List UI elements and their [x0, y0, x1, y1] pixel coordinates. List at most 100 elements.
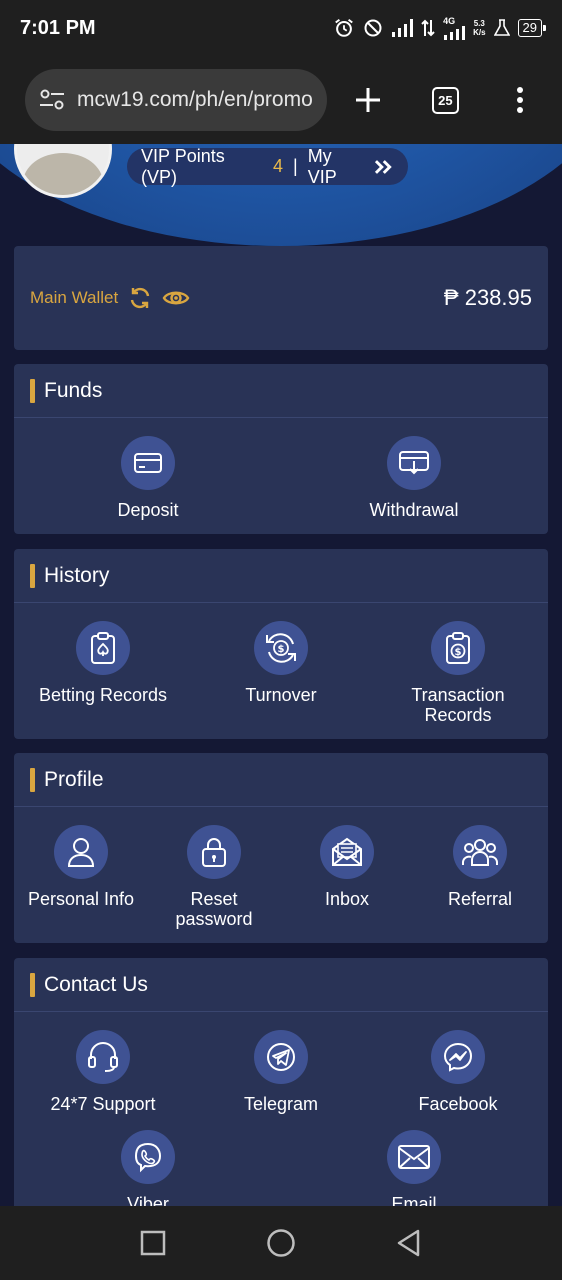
reset-password-label: Reset password: [149, 889, 279, 929]
withdrawal-button[interactable]: Withdrawal: [347, 436, 481, 520]
status-bar: 7:01 PM 4G 5.3 K/s 29: [0, 0, 562, 56]
viber-label: Viber: [127, 1194, 169, 1206]
more-vert-icon: [517, 87, 524, 113]
vip-points-value: 4: [272, 156, 283, 176]
svg-text:$: $: [278, 644, 285, 655]
net-speed-unit: K/s: [473, 28, 486, 37]
facebook-button[interactable]: Facebook: [383, 1030, 533, 1114]
tab-count: 25: [431, 86, 459, 114]
contact-section: Contact Us 24*7 Support Telegram Faceboo…: [14, 958, 548, 1206]
home-icon[interactable]: [266, 1228, 296, 1258]
section-marker: [30, 767, 35, 792]
support-label: 24*7 Support: [50, 1094, 156, 1114]
viber-icon: [121, 1130, 175, 1184]
viber-button[interactable]: Viber: [81, 1130, 215, 1206]
mail-open-icon: [320, 825, 374, 879]
contact-title: Contact Us: [44, 972, 148, 996]
email-icon: [387, 1130, 441, 1184]
profile-section: Profile Personal Info Reset password Inb…: [14, 753, 548, 943]
status-time: 7:01 PM: [20, 16, 96, 39]
double-chevron-right-icon: [375, 159, 393, 174]
email-button[interactable]: Email: [347, 1130, 481, 1206]
back-icon[interactable]: [396, 1229, 422, 1257]
personal-info-button[interactable]: Personal Info: [16, 825, 146, 909]
withdrawal-label: Withdrawal: [369, 500, 459, 520]
turnover-label: Turnover: [245, 685, 317, 705]
data-transfer-icon: [421, 19, 435, 37]
reset-label-line1: Reset: [190, 889, 238, 909]
signal-icon: [392, 19, 414, 37]
vip-separator: |: [293, 156, 298, 176]
system-nav-bar: [0, 1206, 562, 1280]
support-button[interactable]: 24*7 Support: [28, 1030, 178, 1114]
main-wallet-card: Main Wallet ₱ 238.95: [14, 246, 548, 350]
card-icon: [121, 436, 175, 490]
tab-switcher-button[interactable]: 25: [416, 70, 475, 130]
inbox-button[interactable]: Inbox: [282, 825, 412, 909]
telegram-button[interactable]: Telegram: [206, 1030, 356, 1114]
site-settings-icon[interactable]: [39, 89, 65, 111]
status-icons: 4G 5.3 K/s 29: [333, 15, 547, 40]
contact-header: Contact Us: [14, 958, 548, 1012]
transaction-records-button[interactable]: $ Transaction Records: [383, 621, 533, 725]
turnover-button[interactable]: $ Turnover: [206, 621, 356, 705]
telegram-label: Telegram: [243, 1094, 319, 1114]
eye-icon[interactable]: [162, 288, 190, 308]
wallet-balance: ₱ 238.95: [443, 285, 532, 310]
history-section: History Betting Records $ Turnover $ Tra…: [14, 549, 548, 739]
recents-icon[interactable]: [140, 1230, 166, 1256]
email-label: Email: [391, 1194, 437, 1206]
browser-menu-button[interactable]: [491, 70, 550, 130]
referral-label: Referral: [447, 889, 513, 909]
refresh-icon[interactable]: [128, 286, 152, 310]
transaction-label-line2: Records: [424, 705, 492, 725]
withdraw-icon: [387, 436, 441, 490]
transaction-icon: $: [431, 621, 485, 675]
address-bar[interactable]: mcw19.com/ph/en/promo: [25, 69, 327, 131]
telegram-icon: [254, 1030, 308, 1084]
alarm-icon: [335, 18, 353, 37]
funds-title: Funds: [44, 378, 103, 402]
betting-records-button[interactable]: Betting Records: [28, 621, 178, 705]
section-marker: [30, 972, 35, 997]
plus-icon: [356, 88, 381, 112]
section-marker: [30, 378, 35, 403]
battery-indicator: 29: [517, 19, 547, 37]
net-speed-value: 5.3: [473, 19, 485, 28]
vip-points-label: VIP Points (VP): [141, 145, 225, 187]
history-title: History: [44, 563, 110, 587]
facebook-label: Facebook: [418, 1094, 498, 1114]
new-tab-button[interactable]: [339, 70, 398, 130]
headset-icon: [76, 1030, 130, 1084]
referral-button[interactable]: Referral: [415, 825, 545, 909]
deposit-button[interactable]: Deposit: [81, 436, 215, 520]
section-marker: [30, 563, 35, 588]
profile-title: Profile: [44, 767, 104, 791]
lock-icon: [187, 825, 241, 879]
turnover-icon: $: [254, 621, 308, 675]
inbox-label: Inbox: [324, 889, 370, 909]
reset-password-button[interactable]: Reset password: [149, 825, 279, 929]
transaction-label-line1: Transaction: [411, 685, 505, 705]
betting-records-label: Betting Records: [38, 685, 168, 705]
net-speed: 5.3 K/s: [473, 19, 485, 37]
history-header: History: [14, 549, 548, 603]
group-icon: [453, 825, 507, 879]
deposit-label: Deposit: [117, 500, 179, 520]
main-wallet-label: Main Wallet: [30, 288, 119, 307]
browser-toolbar: mcw19.com/ph/en/promo 25: [0, 56, 562, 144]
user-icon: [54, 825, 108, 879]
vip-points-bar[interactable]: VIP Points (VP) 4 | My VIP: [127, 145, 408, 188]
reset-label-line2: password: [175, 909, 253, 929]
funds-section: Funds Deposit Withdrawal: [14, 364, 548, 534]
signal-icon-2: [444, 25, 466, 40]
profile-header: Profile: [14, 753, 548, 807]
dnd-icon: [364, 19, 382, 37]
betting-icon: [76, 621, 130, 675]
funds-header: Funds: [14, 364, 548, 418]
signal-4g: 4G: [443, 15, 466, 40]
network-type: 4G: [443, 15, 456, 26]
page-content: VIP Points (VP) 4 | My VIP Main Wallet ₱…: [0, 144, 562, 1206]
url-text: mcw19.com/ph/en/promo: [77, 88, 313, 111]
my-vip-link[interactable]: My VIP: [308, 146, 365, 188]
